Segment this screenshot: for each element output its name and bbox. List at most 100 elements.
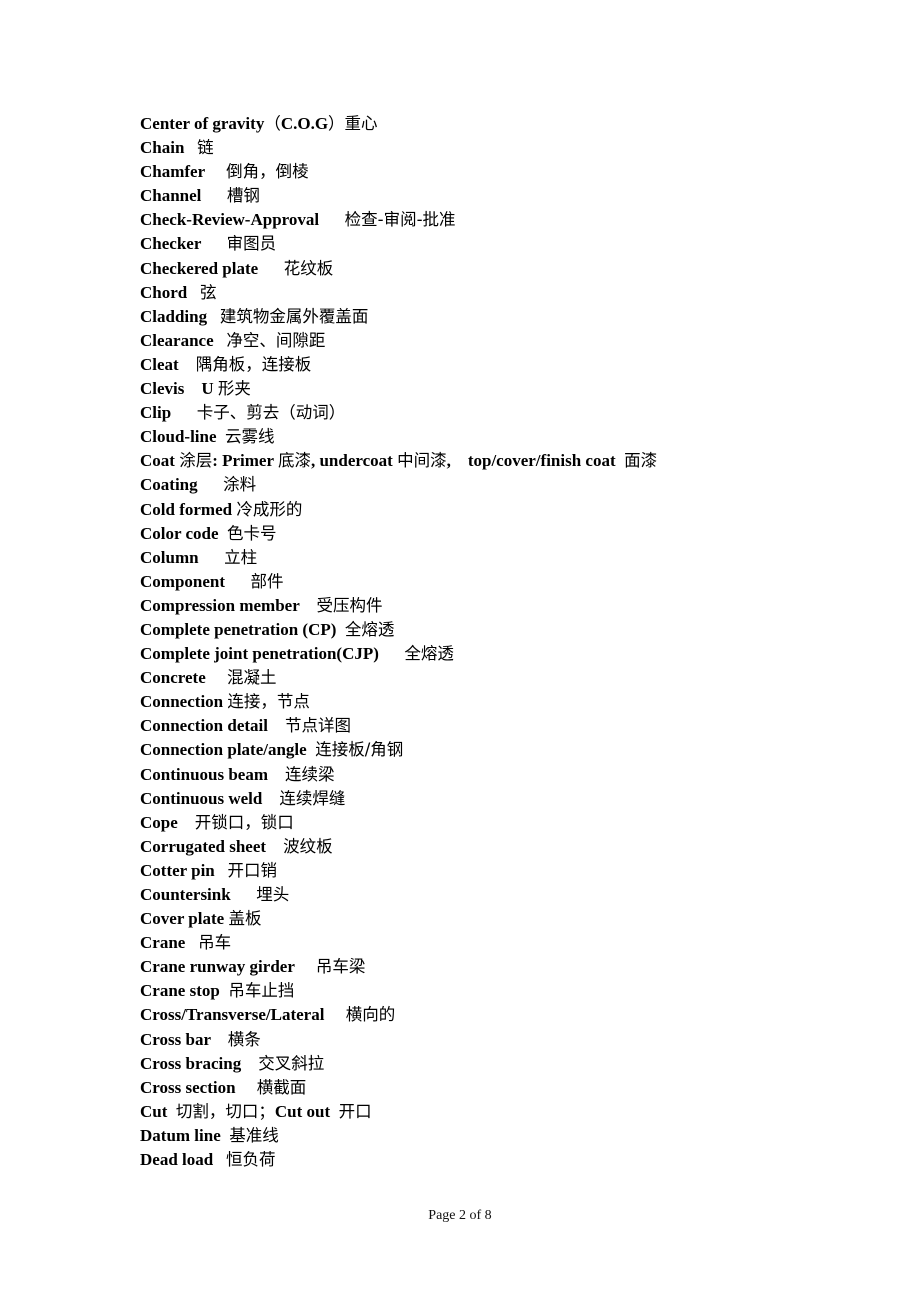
english-term: : Primer bbox=[212, 451, 278, 471]
glossary-entry: Cross bracing 交叉斜拉 bbox=[140, 1052, 657, 1076]
glossary-entry: Countersink 埋头 bbox=[140, 883, 657, 907]
english-term: Coating bbox=[140, 475, 224, 495]
chinese-translation: 切割，切口； bbox=[175, 1101, 275, 1121]
english-term: Center of gravity bbox=[140, 114, 265, 133]
chinese-translation: 盖板 bbox=[228, 909, 262, 929]
glossary-entry: Crane stop 吊车止挡 bbox=[140, 979, 657, 1003]
english-term: Datum line bbox=[140, 1125, 230, 1145]
glossary-entry: Concrete 混凝土 bbox=[140, 666, 657, 690]
chinese-translation: 吊车止挡 bbox=[228, 981, 295, 1001]
chinese-translation: 交叉斜拉 bbox=[258, 1053, 325, 1073]
glossary-entry: Chamfer 倒角，倒棱 bbox=[140, 160, 657, 184]
chinese-translation: 部件 bbox=[250, 571, 284, 591]
english-term: Chord bbox=[140, 282, 200, 302]
glossary-entry: Corrugated sheet 波纹板 bbox=[140, 835, 657, 859]
english-term: Checkered plate bbox=[140, 258, 284, 278]
glossary-entry: Color code 色卡号 bbox=[140, 522, 657, 546]
english-term: Cover plate bbox=[140, 909, 229, 929]
english-term: Cut out bbox=[274, 1101, 339, 1121]
chinese-translation: 中间漆 bbox=[397, 451, 447, 471]
chinese-translation: 受压构件 bbox=[316, 595, 383, 615]
glossary-entry: Column 立柱 bbox=[140, 546, 657, 570]
glossary-entry: Cleat 隅角板，连接板 bbox=[140, 353, 657, 377]
english-term: Crane bbox=[140, 933, 199, 953]
chinese-translation: ）重心 bbox=[328, 114, 378, 133]
english-term: Compression member bbox=[140, 595, 317, 615]
glossary-entry: Component 部件 bbox=[140, 570, 657, 594]
glossary-entry: Checker 审图员 bbox=[140, 232, 657, 256]
glossary-entry: Clevis U 形夹 bbox=[140, 377, 657, 401]
glossary-entry: Dead load 恒负荷 bbox=[140, 1148, 657, 1172]
english-term: , undercoat bbox=[310, 451, 398, 471]
english-term: Cotter pin bbox=[140, 860, 228, 880]
english-term: Checker bbox=[140, 234, 227, 254]
glossary-entry: Check-Review-Approval 检查-审阅-批准 bbox=[140, 208, 657, 232]
glossary-entry: Compression member 受压构件 bbox=[140, 594, 657, 618]
chinese-translation: 色卡号 bbox=[227, 523, 277, 543]
chinese-translation: 面漆 bbox=[624, 451, 658, 471]
chinese-translation: 连接，节点 bbox=[227, 692, 310, 712]
english-term: Connection plate/angle bbox=[140, 740, 316, 760]
chinese-translation: 全熔透 bbox=[344, 619, 395, 639]
english-term: Cross/Transverse/Lateral bbox=[140, 1005, 346, 1025]
english-term: Clevis U bbox=[140, 379, 218, 399]
chinese-translation: 链 bbox=[197, 138, 214, 158]
glossary-entry: Crane runway girder 吊车梁 bbox=[140, 955, 657, 979]
glossary-entry: Connection detail 节点详图 bbox=[140, 714, 657, 738]
glossary-entry: Clip 卡子、剪去（动词） bbox=[140, 401, 657, 425]
glossary-entry: Cladding 建筑物金属外覆盖面 bbox=[140, 305, 657, 329]
chinese-translation: 全熔透 bbox=[404, 644, 454, 664]
glossary-entry: Complete penetration (CP) 全熔透 bbox=[140, 618, 657, 642]
chinese-translation: 连续焊缝 bbox=[279, 788, 346, 808]
chinese-translation: 连接板/角钢 bbox=[315, 740, 404, 760]
glossary-entry: Cut 切割，切口；Cut out 开口 bbox=[140, 1100, 657, 1124]
english-term: Crane stop bbox=[140, 981, 229, 1001]
glossary-entry: Datum line 基准线 bbox=[140, 1124, 657, 1148]
chinese-translation: 花纹板 bbox=[283, 258, 334, 278]
chinese-translation: 净空、间隙距 bbox=[226, 330, 326, 350]
glossary-entry: Cold formed 冷成形的 bbox=[140, 498, 657, 522]
chinese-translation: 波纹板 bbox=[283, 836, 333, 856]
chinese-translation: 底漆 bbox=[277, 451, 311, 471]
chinese-translation: 建筑物金属外覆盖面 bbox=[219, 306, 369, 326]
glossary-entry: Checkered plate 花纹板 bbox=[140, 257, 657, 281]
chinese-translation: 混凝土 bbox=[227, 668, 277, 688]
chinese-translation: 横条 bbox=[227, 1029, 261, 1049]
english-term: , top/cover/finish coat bbox=[446, 451, 625, 471]
glossary-list: Center of gravity（C.O.G）重心 Chain 链 Chamfer… bbox=[140, 112, 657, 1172]
chinese-translation: 涂层 bbox=[179, 451, 213, 471]
glossary-entry: Cope 开锁口，锁口 bbox=[140, 811, 657, 835]
english-term: Crane runway girder bbox=[140, 957, 316, 977]
english-term: Check-Review-Approval bbox=[140, 210, 345, 230]
chinese-translation: 审图员 bbox=[226, 234, 277, 254]
english-term: Cold formed bbox=[140, 499, 237, 519]
glossary-entry: Cross section 横截面 bbox=[140, 1076, 657, 1100]
chinese-translation: 吊车 bbox=[198, 933, 232, 953]
chinese-translation: 开锁口，锁口 bbox=[194, 812, 294, 832]
english-term: Clip bbox=[140, 403, 197, 423]
glossary-entry: Coat 涂层: Primer 底漆, undercoat 中间漆, top/c… bbox=[140, 449, 657, 473]
english-term: Cut bbox=[140, 1101, 176, 1121]
glossary-entry: Continuous weld 连续焊缝 bbox=[140, 787, 657, 811]
glossary-entry: Center of gravity（C.O.G）重心 bbox=[140, 112, 657, 136]
chinese-translation: 连续梁 bbox=[285, 764, 335, 784]
document-page: Center of gravity（C.O.G）重心 Chain 链 Chamfer… bbox=[0, 0, 920, 1302]
chinese-translation: 埋头 bbox=[256, 885, 290, 904]
english-term: Color code bbox=[140, 523, 228, 543]
chinese-translation: 开口销 bbox=[227, 860, 278, 880]
chinese-translation: 立柱 bbox=[224, 547, 258, 567]
glossary-entry: Cotter pin 开口销 bbox=[140, 859, 657, 883]
page-footer: Page 2 of 8 bbox=[428, 1208, 492, 1223]
english-term: Channel bbox=[140, 186, 227, 206]
chinese-translation: 冷成形的 bbox=[236, 499, 303, 519]
english-term: Clearance bbox=[140, 330, 227, 350]
chinese-translation: 检查-审阅-批准 bbox=[344, 210, 456, 230]
glossary-entry: Cloud-line 云雾线 bbox=[140, 425, 657, 449]
glossary-entry: Coating 涂料 bbox=[140, 473, 657, 497]
chinese-translation: 恒负荷 bbox=[225, 1150, 276, 1170]
chinese-translation: 形夹 bbox=[217, 379, 251, 399]
chinese-translation: 云雾线 bbox=[225, 427, 275, 447]
glossary-entry: Continuous beam 连续梁 bbox=[140, 763, 657, 787]
chinese-translation: 弦 bbox=[199, 282, 217, 302]
chinese-translation: 隅角板，连接板 bbox=[195, 354, 312, 374]
